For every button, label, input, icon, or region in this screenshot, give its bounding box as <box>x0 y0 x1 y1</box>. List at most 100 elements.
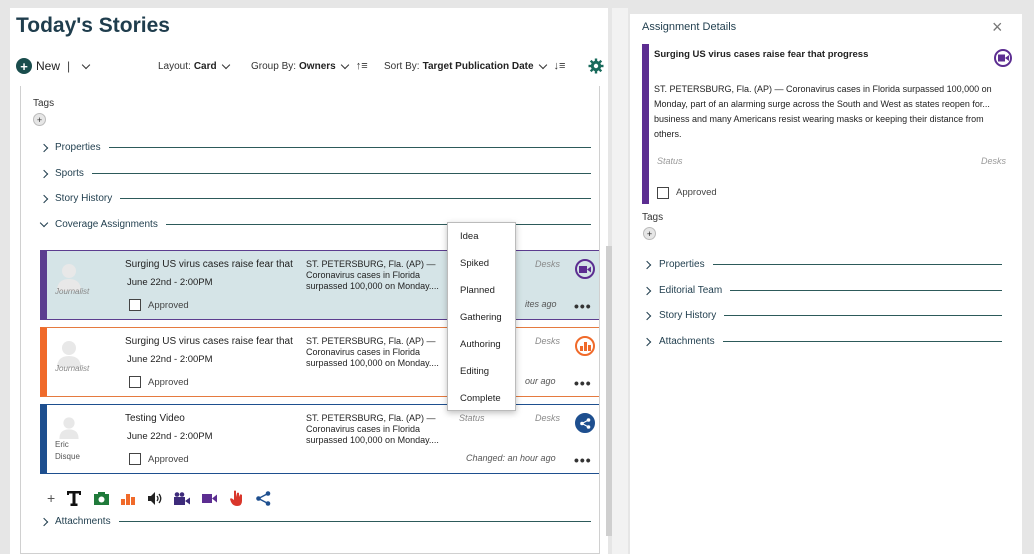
approved-checkbox[interactable] <box>129 453 141 465</box>
approved-label: Approved <box>148 377 189 388</box>
assignment-card[interactable]: Eric Disque Testing Video June 22nd - 2:… <box>40 404 599 474</box>
sort-direction-icon[interactable]: ↓≡ <box>554 60 566 72</box>
details-title: Surging US virus cases raise fear that p… <box>654 49 869 60</box>
approved-checkbox[interactable] <box>129 376 141 388</box>
more-options-button[interactable]: ••• <box>574 376 592 390</box>
card-date: June 22nd - 2:00PM <box>127 277 213 288</box>
section-divider <box>722 341 1002 342</box>
chevron-down-icon <box>538 60 547 69</box>
more-options-button[interactable]: ••• <box>574 299 592 313</box>
desks-label: Desks <box>535 413 561 423</box>
new-label: New <box>36 59 61 73</box>
add-coverage-button[interactable]: + <box>47 490 55 506</box>
section-divider <box>165 224 591 225</box>
share-icon[interactable] <box>255 490 271 506</box>
groupby-select[interactable]: Group By: Owners ↑≡ <box>251 56 368 76</box>
status-option-editing[interactable]: Editing <box>448 358 515 385</box>
approved-checkbox[interactable] <box>657 187 669 199</box>
status-label[interactable]: Status <box>459 413 485 423</box>
section-properties[interactable]: Properties <box>39 142 591 153</box>
status-option-planned[interactable]: Planned <box>448 277 515 304</box>
add-coverage-toolbar: + <box>47 490 271 506</box>
gear-icon[interactable] <box>588 58 604 74</box>
panel-gutter <box>612 8 628 554</box>
section-label: Story History <box>659 310 717 321</box>
video-icon <box>994 49 1012 67</box>
tags-label: Tags <box>33 98 55 109</box>
new-button[interactable]: + New | <box>16 58 93 74</box>
chevron-down-icon <box>340 60 349 69</box>
approved-label: Approved <box>148 300 189 311</box>
new-separator: | <box>67 59 71 73</box>
journalist-name: Journalist <box>55 364 90 373</box>
details-status[interactable]: Status <box>657 156 683 166</box>
close-icon[interactable]: × <box>992 17 1003 38</box>
status-option-authoring[interactable]: Authoring <box>448 331 515 358</box>
avatar-icon <box>59 417 79 439</box>
desks-label: Desks <box>535 336 561 346</box>
section-divider <box>108 147 591 148</box>
sort-order-icon[interactable]: ↑≡ <box>356 60 368 72</box>
section-label: Coverage Assignments <box>55 219 158 230</box>
share-icon <box>575 413 595 433</box>
section-label: Properties <box>55 142 101 153</box>
chevron-right-icon <box>39 517 49 526</box>
chevron-right-icon <box>642 286 652 295</box>
status-option-gathering[interactable]: Gathering <box>448 304 515 331</box>
layout-label: Layout: <box>158 60 191 72</box>
section-sports[interactable]: Sports <box>39 168 591 179</box>
card-title: Testing Video <box>125 413 185 424</box>
chart-icon[interactable] <box>120 490 136 506</box>
section-divider <box>724 315 1002 316</box>
details-section-editorial-team[interactable]: Editorial Team <box>642 285 1002 296</box>
chevron-right-icon <box>642 311 652 320</box>
details-card: Surging US virus cases raise fear that p… <box>642 44 1012 204</box>
details-desks[interactable]: Desks <box>981 156 1006 166</box>
section-label: Properties <box>659 259 705 270</box>
journalist-name: Journalist <box>55 287 90 296</box>
card-date: June 22nd - 2:00PM <box>127 354 213 365</box>
section-attachments[interactable]: Attachments <box>39 516 591 527</box>
video-camera-icon[interactable] <box>174 490 191 506</box>
chevron-down-icon <box>39 218 49 227</box>
approved-checkbox[interactable] <box>129 299 141 311</box>
groupby-label: Group By: <box>251 60 297 72</box>
groupby-value: Owners <box>299 60 336 72</box>
card-date: June 22nd - 2:00PM <box>127 431 213 442</box>
assignment-card[interactable]: Journalist Surging US virus cases raise … <box>40 327 599 397</box>
details-section-story-history[interactable]: Story History <box>642 310 1002 321</box>
chevron-down-icon <box>221 60 230 69</box>
section-divider <box>118 521 591 522</box>
interactive-icon[interactable] <box>228 490 244 506</box>
status-option-idea[interactable]: Idea <box>448 223 515 250</box>
section-label: Sports <box>55 168 84 179</box>
add-tag-button[interactable]: + <box>33 113 46 126</box>
chevron-down-icon[interactable] <box>81 60 91 69</box>
assignment-card[interactable]: Journalist Surging US virus cases raise … <box>40 250 599 320</box>
chevron-right-icon <box>642 337 652 346</box>
status-option-complete[interactable]: Complete <box>448 385 515 412</box>
desks-label: Desks <box>535 259 561 269</box>
section-story-history[interactable]: Story History <box>39 193 591 204</box>
layout-select[interactable]: Layout: Card <box>158 56 233 76</box>
sortby-value: Target Publication Date <box>422 60 534 72</box>
sortby-label: Sort By: <box>384 60 420 72</box>
add-tag-button[interactable]: + <box>643 227 656 240</box>
approved-label: Approved <box>148 454 189 465</box>
sortby-select[interactable]: Sort By: Target Publication Date ↓≡ <box>384 56 565 76</box>
chevron-right-icon <box>39 169 49 178</box>
audio-icon[interactable] <box>147 490 163 506</box>
chevron-right-icon <box>39 143 49 152</box>
details-section-attachments[interactable]: Attachments <box>642 336 1002 347</box>
section-label: Attachments <box>659 336 715 347</box>
details-section-properties[interactable]: Properties <box>642 259 1002 270</box>
text-icon[interactable] <box>66 490 82 506</box>
video-icon[interactable] <box>201 490 217 506</box>
journalist-name: Eric Disque <box>55 440 80 461</box>
chart-icon <box>575 336 595 356</box>
status-dropdown: Idea Spiked Planned Gathering Authoring … <box>447 222 516 411</box>
more-options-button[interactable]: ••• <box>574 453 592 467</box>
video-icon <box>575 259 595 279</box>
status-option-spiked[interactable]: Spiked <box>448 250 515 277</box>
photo-icon[interactable] <box>93 490 109 506</box>
